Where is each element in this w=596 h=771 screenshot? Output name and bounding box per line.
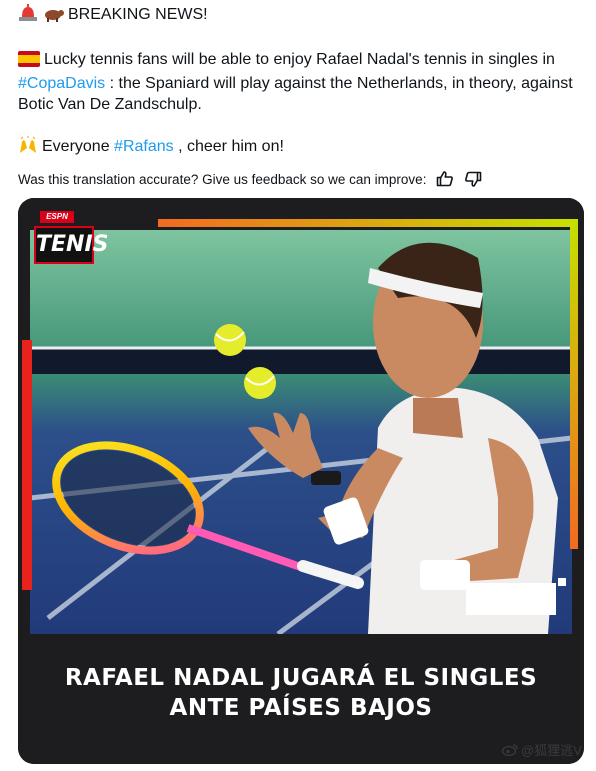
police-light-icon [18,4,38,28]
feedback-text: Was this translation accurate? Give us f… [18,171,427,187]
breaking-news-label: BREAKING NEWS! [68,6,208,23]
image-headline-line-1: RAFAEL NADAL JUGARÁ EL SINGLES [64,665,538,691]
hashtag-rafans-link[interactable]: #Rafans [114,138,174,155]
translation-feedback: Was this translation accurate? Give us f… [18,170,482,188]
weibo-icon [501,743,518,756]
tweet-media-image[interactable]: ESPN TENIS RAFAEL NADAL JUGARÁ EL SINGLE… [18,198,584,764]
espn-logo: ESPN [40,211,74,223]
tweet-text: BREAKING NEWS! Lucky tennis fans will be… [18,4,590,160]
bull-icon [42,6,64,28]
thumbs-up-icon[interactable] [436,170,454,188]
spain-flag-icon [18,51,40,73]
tweet-text-segment: Everyone [42,138,115,155]
tweet-text-segment: Lucky tennis fans will be able to enjoy … [44,51,555,68]
hashtag-copadavis-link[interactable]: #CopaDavis [18,75,105,92]
tweet-line-1: BREAKING NEWS! [18,4,590,28]
weibo-watermark: @狐狸逃V [501,740,582,759]
thumbs-down-icon[interactable] [464,170,482,188]
tenis-logo: TENIS [34,226,108,264]
tweet-line-2: Lucky tennis fans will be able to enjoy … [18,49,590,115]
tweet-line-3: Everyone #Rafans , cheer him on! [18,136,590,160]
raising-hands-icon [18,136,38,160]
watermark-text: @狐狸逃V [521,743,582,758]
tweet-text-segment: , cheer him on! [173,138,284,155]
image-headline-line-2: ANTE PAÍSES BAJOS [169,695,433,721]
